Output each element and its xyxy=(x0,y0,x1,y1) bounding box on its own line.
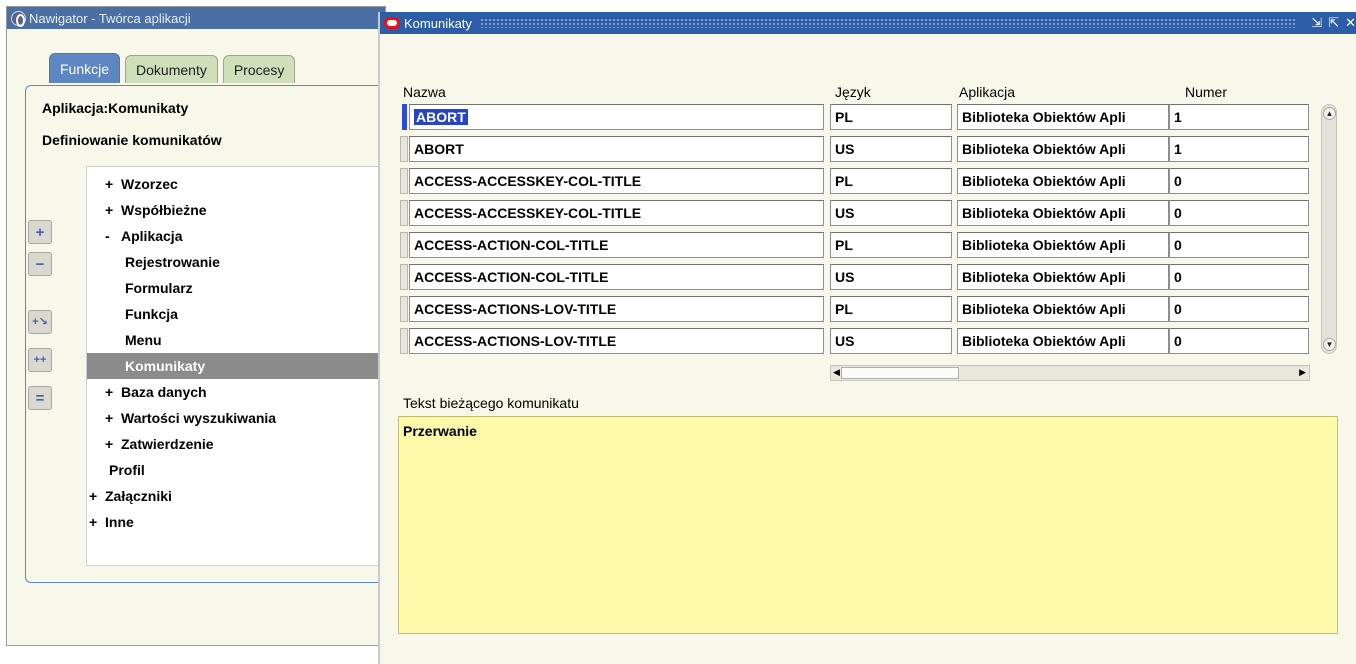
maximize-icon[interactable]: ⇱ xyxy=(1328,15,1339,31)
minimize-icon[interactable]: ⇲ xyxy=(1311,15,1322,31)
expand-one-icon: + xyxy=(35,223,45,241)
language-field[interactable]: PL xyxy=(830,168,952,194)
row-indicator[interactable] xyxy=(400,232,408,258)
tree-item-baza-danych[interactable]: + Baza danych xyxy=(105,379,207,405)
language-field[interactable]: PL xyxy=(830,296,952,322)
close-icon[interactable]: ✕ xyxy=(1345,15,1356,31)
name-field[interactable]: ACCESS-ACCESSKEY-COL-TITLE xyxy=(409,168,824,194)
tree-item-zalaczniki[interactable]: + Załączniki xyxy=(89,483,172,509)
row-indicator[interactable] xyxy=(400,264,408,290)
name-field[interactable]: ACCESS-ACTIONS-LOV-TITLE xyxy=(409,328,824,354)
messages-titlebar[interactable]: Komunikaty ⇲ ⇱ ✕ xyxy=(380,12,1356,34)
row-indicator[interactable] xyxy=(400,168,408,194)
expand-all-button[interactable]: ++ xyxy=(28,348,52,372)
tree-item-komunikaty[interactable]: Komunikaty xyxy=(87,353,387,379)
column-header-language: Język xyxy=(835,84,871,100)
tab-funkcje[interactable]: Funkcje xyxy=(49,53,121,83)
expand-branch-button[interactable]: +↘ xyxy=(28,310,52,334)
application-field[interactable]: Biblioteka Obiektów Apli xyxy=(957,168,1169,194)
name-field[interactable]: ACCESS-ACCESSKEY-COL-TITLE xyxy=(409,200,824,226)
collapse-one-icon: − xyxy=(35,255,45,273)
scroll-down-icon[interactable]: ▼ xyxy=(1323,338,1336,351)
application-field[interactable]: Biblioteka Obiektów Apli xyxy=(957,296,1169,322)
language-field[interactable]: US xyxy=(830,264,952,290)
number-field[interactable]: 0 xyxy=(1169,264,1309,290)
vertical-scrollbar[interactable]: ▲ ▼ xyxy=(1321,104,1337,354)
name-field[interactable]: ABORT xyxy=(409,104,824,130)
scroll-left-icon[interactable]: ◀ xyxy=(833,367,840,378)
tree-item-inne[interactable]: + Inne xyxy=(89,509,134,535)
expand-one-button[interactable]: + xyxy=(28,220,52,244)
number-field[interactable]: 0 xyxy=(1169,328,1309,354)
row-indicator[interactable] xyxy=(400,136,408,162)
number-field[interactable]: 1 xyxy=(1169,104,1309,130)
expand-branch-icon: +↘ xyxy=(32,315,48,328)
horizontal-scroll-thumb[interactable] xyxy=(841,367,959,379)
tree-item-menu[interactable]: Menu xyxy=(125,327,162,353)
column-header-application: Aplikacja xyxy=(959,84,1016,100)
tab-procesy[interactable]: Procesy xyxy=(222,55,296,83)
number-field[interactable]: 0 xyxy=(1169,232,1309,258)
language-field[interactable]: US xyxy=(830,200,952,226)
language-field[interactable]: PL xyxy=(830,232,952,258)
language-field[interactable]: US xyxy=(830,136,952,162)
navigator-titlebar[interactable]: Nawigator - Twórca aplikacji xyxy=(7,7,385,29)
section-label: Definiowanie komunikatów xyxy=(42,132,222,148)
tree-item-wzorzec[interactable]: + Wzorzec xyxy=(105,171,178,197)
navigator-title: Nawigator - Twórca aplikacji xyxy=(29,10,191,26)
row-indicator[interactable] xyxy=(400,328,408,354)
tree-item-zatwierdzenie[interactable]: + Zatwierdzenie xyxy=(105,431,214,457)
number-field[interactable]: 0 xyxy=(1169,200,1309,226)
application-field[interactable]: Biblioteka Obiektów Apli xyxy=(957,136,1169,162)
navigator-panel: Aplikacja:Komunikaty Definiowanie komuni… xyxy=(25,85,387,583)
oracle-logo-icon xyxy=(384,17,400,29)
number-field[interactable]: 0 xyxy=(1169,296,1309,322)
tab-dokumenty[interactable]: Dokumenty xyxy=(125,55,218,83)
current-message-textarea[interactable]: Przerwanie xyxy=(398,416,1338,634)
navigator-window: Nawigator - Twórca aplikacji Funkcje Dok… xyxy=(6,6,387,646)
language-field[interactable]: US xyxy=(830,328,952,354)
scroll-right-icon[interactable]: ▶ xyxy=(1299,367,1306,378)
name-field[interactable]: ACCESS-ACTION-COL-TITLE xyxy=(409,264,824,290)
collapse-all-icon: = xyxy=(35,389,45,407)
tree-item-wspolbiezne[interactable]: + Współbieżne xyxy=(105,197,207,223)
number-field[interactable]: 1 xyxy=(1169,136,1309,162)
application-label: Aplikacja:Komunikaty xyxy=(42,100,189,116)
expand-all-icon: ++ xyxy=(33,353,47,366)
language-field[interactable]: PL xyxy=(830,104,952,130)
current-message-label: Tekst bieżącego komunikatu xyxy=(403,395,579,411)
name-field[interactable]: ABORT xyxy=(409,136,824,162)
row-indicator-current[interactable] xyxy=(402,104,407,130)
tree-item-profil[interactable]: Profil xyxy=(109,457,145,483)
tree-item-formularz[interactable]: Formularz xyxy=(125,275,193,301)
row-indicator[interactable] xyxy=(400,200,408,226)
column-header-name: Nazwa xyxy=(403,84,446,100)
name-field[interactable]: ACCESS-ACTION-COL-TITLE xyxy=(409,232,824,258)
row-indicator[interactable] xyxy=(400,296,408,322)
messages-title: Komunikaty xyxy=(404,15,472,31)
messages-window: Komunikaty ⇲ ⇱ ✕ Nazwa Język Aplikacja N… xyxy=(378,12,1356,664)
tree-item-funkcja[interactable]: Funkcja xyxy=(125,301,178,327)
application-field[interactable]: Biblioteka Obiektów Apli xyxy=(957,200,1169,226)
name-field[interactable]: ACCESS-ACTIONS-LOV-TITLE xyxy=(409,296,824,322)
application-field[interactable]: Biblioteka Obiektów Apli xyxy=(957,104,1169,130)
navigator-tabs: Funkcje Dokumenty Procesy xyxy=(49,53,300,83)
horizontal-scrollbar[interactable]: ◀ ▶ xyxy=(830,365,1310,381)
application-field[interactable]: Biblioteka Obiektów Apli xyxy=(957,264,1169,290)
collapse-one-button[interactable]: − xyxy=(28,252,52,276)
application-field[interactable]: Biblioteka Obiektów Apli xyxy=(957,232,1169,258)
column-header-number: Numer xyxy=(1185,84,1228,100)
tree-item-rejestrowanie[interactable]: Rejestrowanie xyxy=(125,249,220,275)
tree-item-wartosci-wyszukiwania[interactable]: + Wartości wyszukiwania xyxy=(105,405,276,431)
oracle-apps-icon xyxy=(11,10,26,27)
function-tree[interactable]: + Wzorzec + Współbieżne - Aplikacja Rejestr… xyxy=(86,166,387,566)
tree-item-aplikacja[interactable]: - Aplikacja xyxy=(105,223,182,249)
collapse-all-button[interactable]: = xyxy=(28,386,52,410)
scroll-up-icon[interactable]: ▲ xyxy=(1323,107,1336,120)
application-field[interactable]: Biblioteka Obiektów Apli xyxy=(957,328,1169,354)
titlebar-grip xyxy=(479,18,1298,28)
number-field[interactable]: 0 xyxy=(1169,168,1309,194)
